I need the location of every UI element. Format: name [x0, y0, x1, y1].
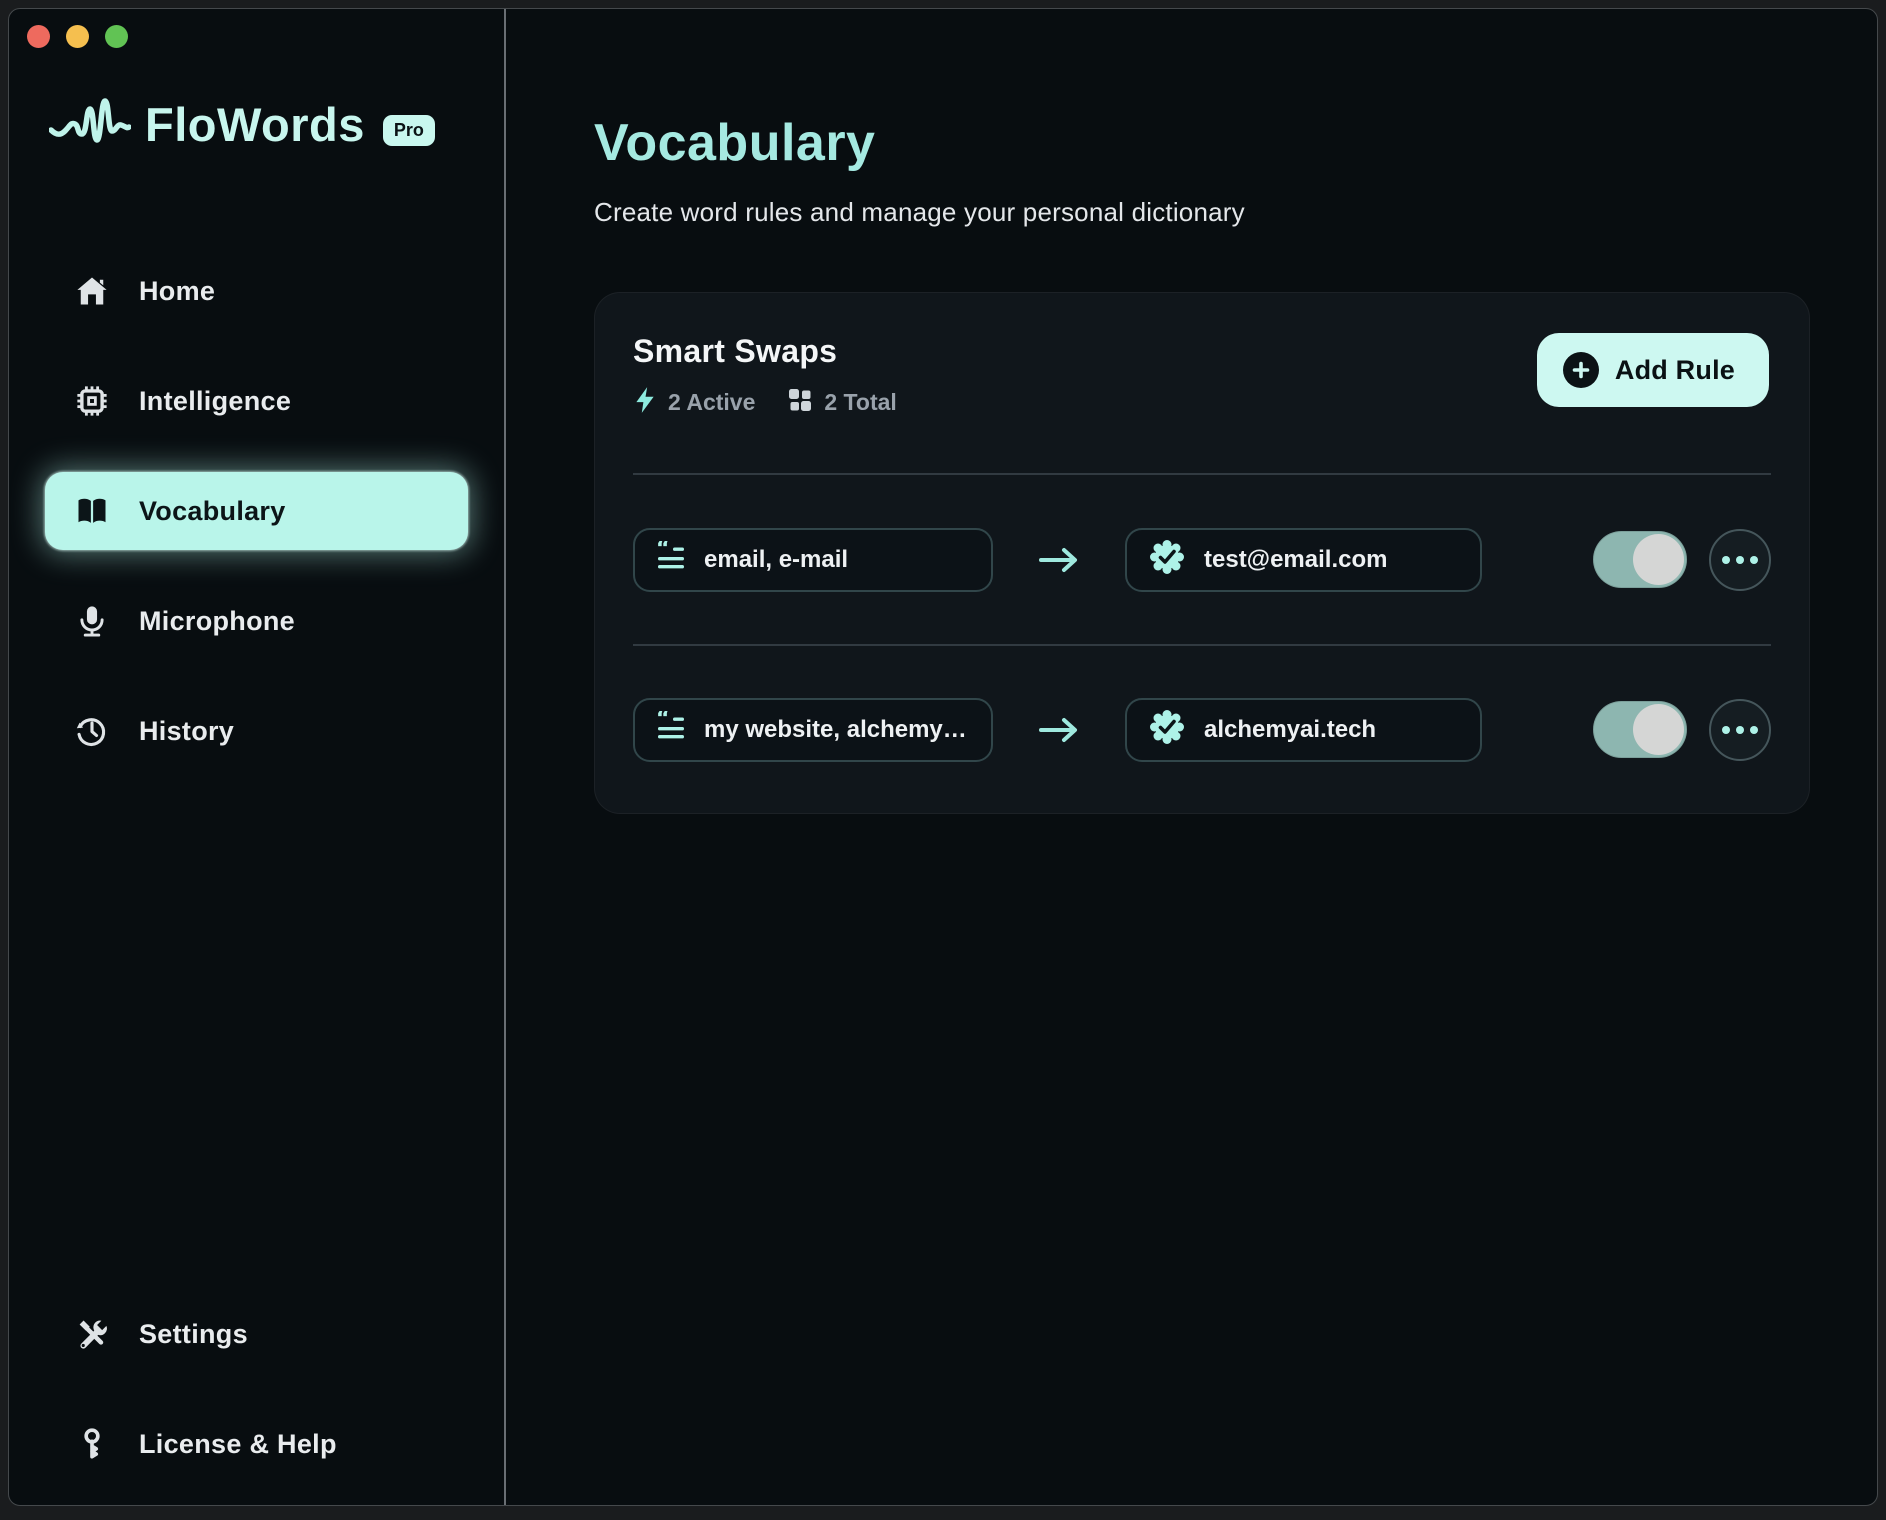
- toggle-knob: [1633, 534, 1684, 585]
- sidebar-item-label: History: [139, 716, 234, 747]
- sidebar-item-intelligence[interactable]: Intelligence: [45, 362, 468, 440]
- quote-lines-icon: “: [655, 541, 687, 578]
- add-rule-button[interactable]: Add Rule: [1537, 333, 1769, 407]
- rule-source-field[interactable]: “ email, e-mail: [633, 528, 993, 592]
- total-count-stat: 2 Total: [787, 387, 896, 418]
- toggle-knob: [1633, 704, 1684, 755]
- card-stats: 2 Active 2 Total: [633, 386, 897, 419]
- minimize-button[interactable]: [66, 25, 89, 48]
- sidebar-item-home[interactable]: Home: [45, 252, 468, 330]
- verified-badge-icon: [1147, 707, 1187, 752]
- main-content: Vocabulary Create word rules and manage …: [506, 9, 1878, 1505]
- rule-target-text: alchemyai.tech: [1204, 716, 1376, 744]
- sidebar-item-label: Vocabulary: [139, 496, 286, 527]
- arrow-right-icon: [1037, 544, 1081, 576]
- quote-lines-icon: “: [655, 711, 687, 748]
- tools-icon: [73, 1316, 111, 1352]
- rule-more-button[interactable]: [1709, 529, 1771, 591]
- plus-icon: [1563, 352, 1599, 388]
- active-count-stat: 2 Active: [633, 386, 755, 419]
- chip-icon: [73, 383, 111, 419]
- sidebar-item-label: Settings: [139, 1319, 248, 1350]
- rule-more-button[interactable]: [1709, 699, 1771, 761]
- sidebar-item-label: Intelligence: [139, 386, 291, 417]
- rule-row: “ my website, alchemy…: [633, 644, 1771, 813]
- smart-swaps-card: Smart Swaps 2 Active: [594, 292, 1810, 814]
- card-header: Smart Swaps 2 Active: [595, 293, 1809, 419]
- app-logo: FloWords Pro: [45, 93, 468, 156]
- lightning-icon: [633, 386, 657, 419]
- app-window: FloWords Pro Home: [8, 8, 1878, 1506]
- sidebar-item-microphone[interactable]: Microphone: [45, 582, 468, 660]
- rule-source-text: email, e-mail: [704, 546, 848, 574]
- sidebar-item-license-help[interactable]: License & Help: [45, 1405, 468, 1483]
- rule-source-text: my website, alchemy…: [704, 716, 967, 744]
- rule-target-field[interactable]: alchemyai.tech: [1125, 698, 1482, 762]
- pro-badge: Pro: [383, 115, 435, 146]
- home-icon: [73, 273, 111, 309]
- window-controls: [27, 25, 128, 48]
- sidebar-item-label: Home: [139, 276, 215, 307]
- app-title: FloWords: [145, 97, 365, 152]
- waveform-icon: [49, 93, 131, 156]
- grid-icon: [787, 387, 813, 418]
- page-title: Vocabulary: [594, 113, 1810, 173]
- zoom-button[interactable]: [105, 25, 128, 48]
- sidebar: FloWords Pro Home: [9, 9, 506, 1505]
- page-subtitle: Create word rules and manage your person…: [594, 197, 1810, 228]
- rule-enabled-toggle[interactable]: [1593, 701, 1687, 758]
- stat-label: 2 Total: [824, 389, 896, 416]
- sidebar-item-history[interactable]: History: [45, 692, 468, 770]
- ellipsis-icon: [1722, 556, 1730, 564]
- sidebar-item-vocabulary[interactable]: Vocabulary: [45, 472, 468, 550]
- card-title: Smart Swaps: [633, 333, 897, 370]
- sidebar-item-settings[interactable]: Settings: [45, 1295, 468, 1373]
- history-clock-icon: [73, 713, 111, 749]
- ellipsis-icon: [1722, 726, 1730, 734]
- sidebar-item-label: License & Help: [139, 1429, 337, 1460]
- sidebar-nav: Home Intelligence: [45, 252, 468, 802]
- microphone-icon: [73, 603, 111, 639]
- arrow-right-icon: [1037, 714, 1081, 746]
- rule-source-field[interactable]: “ my website, alchemy…: [633, 698, 993, 762]
- sidebar-item-label: Microphone: [139, 606, 295, 637]
- stat-label: 2 Active: [668, 389, 755, 416]
- rule-row: “ email, e-mail: [633, 475, 1771, 644]
- add-rule-label: Add Rule: [1615, 355, 1735, 386]
- verified-badge-icon: [1147, 537, 1187, 582]
- rule-target-field[interactable]: test@email.com: [1125, 528, 1482, 592]
- rule-target-text: test@email.com: [1204, 546, 1387, 574]
- key-icon: [73, 1427, 111, 1461]
- rule-enabled-toggle[interactable]: [1593, 531, 1687, 588]
- sidebar-footer: Settings License & Help: [45, 1295, 468, 1483]
- book-icon: [73, 493, 111, 529]
- close-button[interactable]: [27, 25, 50, 48]
